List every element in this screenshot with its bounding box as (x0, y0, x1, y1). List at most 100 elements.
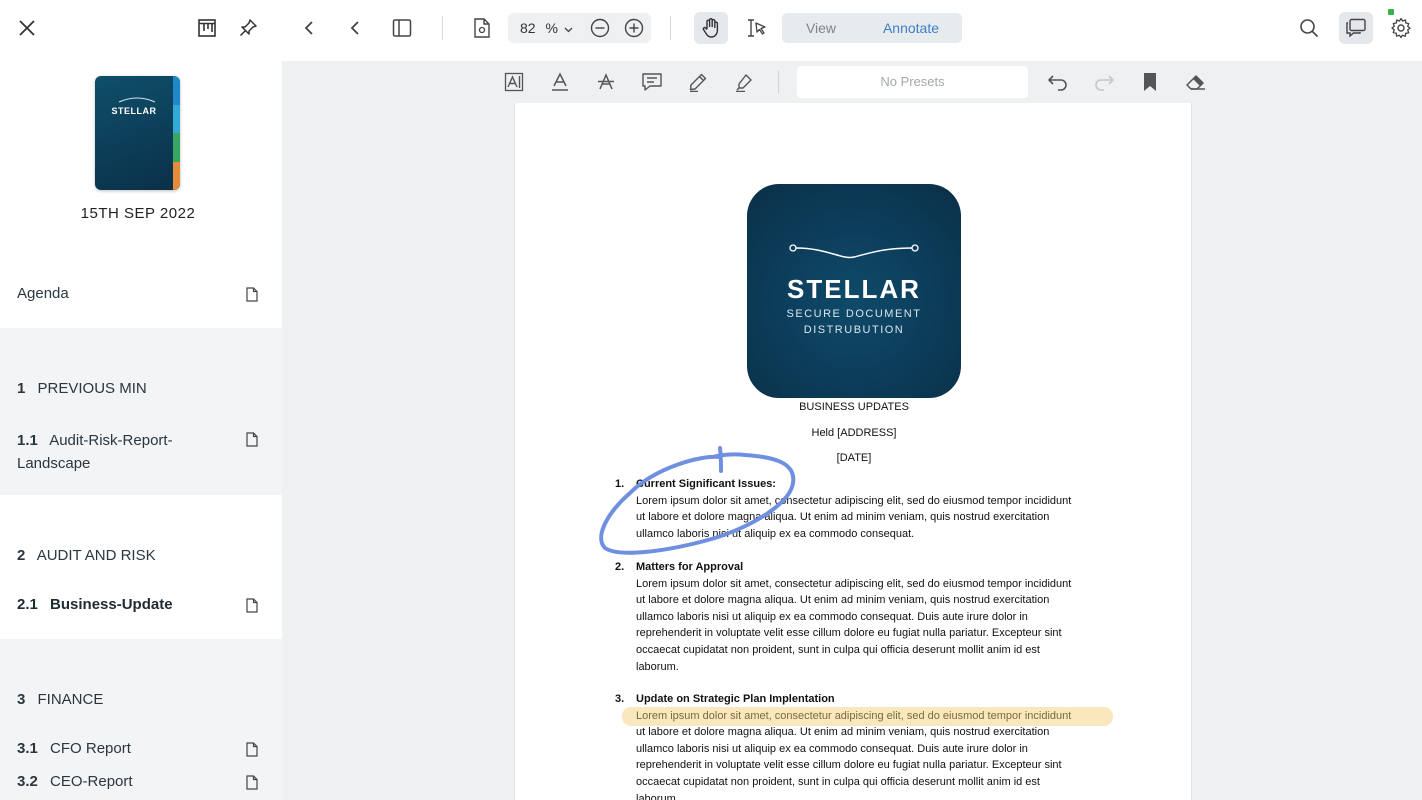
paragraph-line: laborum. (636, 660, 679, 673)
section-number: 2 (17, 547, 26, 564)
redo-icon (1095, 75, 1114, 91)
document-location: Held [ADDRESS] (811, 427, 897, 439)
paragraph-line: Lorem ipsum dolor sit amet, consectetur … (636, 709, 1072, 722)
text-box-tool[interactable] (500, 69, 528, 95)
sidebar-item-3-1[interactable]: 3.1 CFO Report (0, 740, 282, 757)
search-button[interactable] (1293, 12, 1325, 44)
document-settings-button[interactable] (466, 12, 498, 44)
sidebar: STELLAR 15TH SEP 2022 Agenda 1 PREVIOUS … (0, 0, 282, 800)
redo-button[interactable] (1090, 69, 1118, 95)
document-page[interactable]: STELLAR SECURE DOCUMENT DISTRUBUTION BUS… (514, 103, 1192, 800)
item-number: 1.1 (17, 432, 38, 449)
document-section-2: 2. Matters for Approval Lorem ipsum dolo… (615, 559, 1115, 675)
pen-icon (689, 73, 707, 92)
sidebar-item-agenda[interactable]: Agenda (0, 285, 282, 302)
item-number: 3.1 (17, 740, 38, 757)
annotate-mode-button[interactable]: Annotate (860, 13, 962, 43)
board-view-button[interactable] (193, 14, 221, 42)
section-title: PREVIOUS MIN (37, 380, 147, 397)
undo-icon (1048, 75, 1067, 91)
zoom-out-button[interactable] (584, 12, 616, 44)
item-title: CEO-Report (50, 773, 133, 790)
highlighter-tool[interactable] (730, 69, 758, 95)
company-logo: STELLAR SECURE DOCUMENT DISTRUBUTION (747, 184, 961, 398)
section-title: FINANCE (37, 691, 104, 708)
paragraph-line: ullamco laboris nisi ut aliquip ex ea co… (636, 742, 1028, 755)
document-icon (246, 775, 258, 790)
section-number: 3. (615, 693, 625, 705)
view-mode-button[interactable]: View (782, 13, 860, 43)
comments-icon (1346, 18, 1366, 38)
previous-page-button[interactable] (340, 12, 372, 44)
toggle-sidebar-button[interactable] (386, 12, 418, 44)
sidebar-item-3-2[interactable]: 3.2 CEO-Report (0, 773, 282, 790)
strikethrough-tool[interactable] (592, 69, 620, 95)
zoom-select[interactable]: 82 % (520, 20, 573, 36)
document-icon (246, 598, 258, 613)
section-title: AUDIT AND RISK (36, 547, 156, 564)
chevron-left-icon (350, 21, 359, 35)
sidebar-section-3[interactable]: 3 FINANCE (0, 691, 282, 708)
underline-tool[interactable] (546, 69, 574, 95)
eraser-tool[interactable] (1182, 69, 1210, 95)
meeting-cover[interactable]: STELLAR (95, 76, 180, 190)
zoom-unit: % (545, 20, 558, 36)
sidebar-section-1[interactable]: 1 PREVIOUS MIN (0, 380, 282, 397)
sidebar-item-label: Agenda (17, 285, 69, 302)
pin-button[interactable] (234, 14, 262, 42)
document-icon (246, 742, 258, 757)
sidebar-item-1-1[interactable]: 1.1 Audit-Risk-Report- Landscape (0, 429, 282, 475)
text-select-icon (748, 19, 766, 37)
divider (442, 16, 443, 40)
underline-icon (552, 72, 568, 91)
mode-segmented-control: View Annotate (782, 13, 962, 43)
paragraph-line: reprehenderit in voluptate velit esse ci… (636, 627, 1062, 640)
back-button[interactable] (294, 12, 326, 44)
logo-subtitle: SECURE DOCUMENT (786, 308, 922, 320)
chevron-down-icon (564, 27, 573, 33)
comments-button[interactable] (1339, 12, 1373, 44)
annotation-toolbar: No Presets (282, 61, 1422, 103)
zoom-in-icon (624, 18, 644, 38)
sidebar-section-2[interactable]: 2 AUDIT AND RISK (0, 547, 282, 564)
item-title: Audit-Risk-Report- (49, 432, 173, 449)
strikethrough-icon (598, 73, 614, 90)
settings-button[interactable] (1385, 12, 1417, 44)
top-toolbar: 82 % View Annotate (282, 0, 1422, 56)
document-settings-icon (474, 18, 490, 38)
pen-tool[interactable] (684, 69, 712, 95)
eraser-icon (1186, 75, 1205, 90)
item-number: 2.1 (17, 596, 38, 613)
undo-button[interactable] (1044, 69, 1072, 95)
zoom-value: 82 (520, 20, 536, 36)
document-viewer[interactable]: STELLAR SECURE DOCUMENT DISTRUBUTION BUS… (282, 103, 1422, 800)
divider (778, 71, 779, 93)
kanban-icon (198, 19, 216, 37)
paragraph-line: ut labore et dolore magna aliqua. Ut eni… (636, 594, 1050, 607)
paragraph-line: occaecat cupidatat non proident, sunt in… (636, 775, 1040, 788)
comment-icon (642, 73, 662, 91)
sidebar-header (0, 0, 282, 56)
select-tool-button[interactable] (741, 12, 773, 44)
sidebar-icon (392, 19, 412, 37)
hand-icon (702, 18, 719, 38)
cover-tab (173, 133, 180, 162)
meeting-date: 15TH SEP 2022 (80, 205, 196, 222)
logo-title: STELLAR (787, 274, 921, 304)
pan-tool-button[interactable] (694, 12, 728, 44)
paragraph-line: ut labore et dolore magna aliqua. Ut eni… (636, 726, 1050, 739)
cover-tab (173, 104, 180, 133)
section-number: 3 (17, 691, 26, 708)
paragraph-line: laborum. (636, 792, 679, 800)
item-number: 3.2 (17, 773, 38, 790)
ink-annotation[interactable] (595, 443, 815, 563)
zoom-in-button[interactable] (618, 12, 650, 44)
bookmark-button[interactable] (1136, 69, 1164, 95)
close-button[interactable] (13, 14, 41, 42)
presets-dropdown[interactable]: No Presets (797, 66, 1028, 98)
logo-arc-icon (118, 97, 156, 103)
chevron-left-icon (304, 21, 313, 35)
comment-tool[interactable] (638, 69, 666, 95)
cover-title: STELLAR (111, 106, 157, 116)
sidebar-item-2-1[interactable]: 2.1 Business-Update (0, 596, 282, 613)
